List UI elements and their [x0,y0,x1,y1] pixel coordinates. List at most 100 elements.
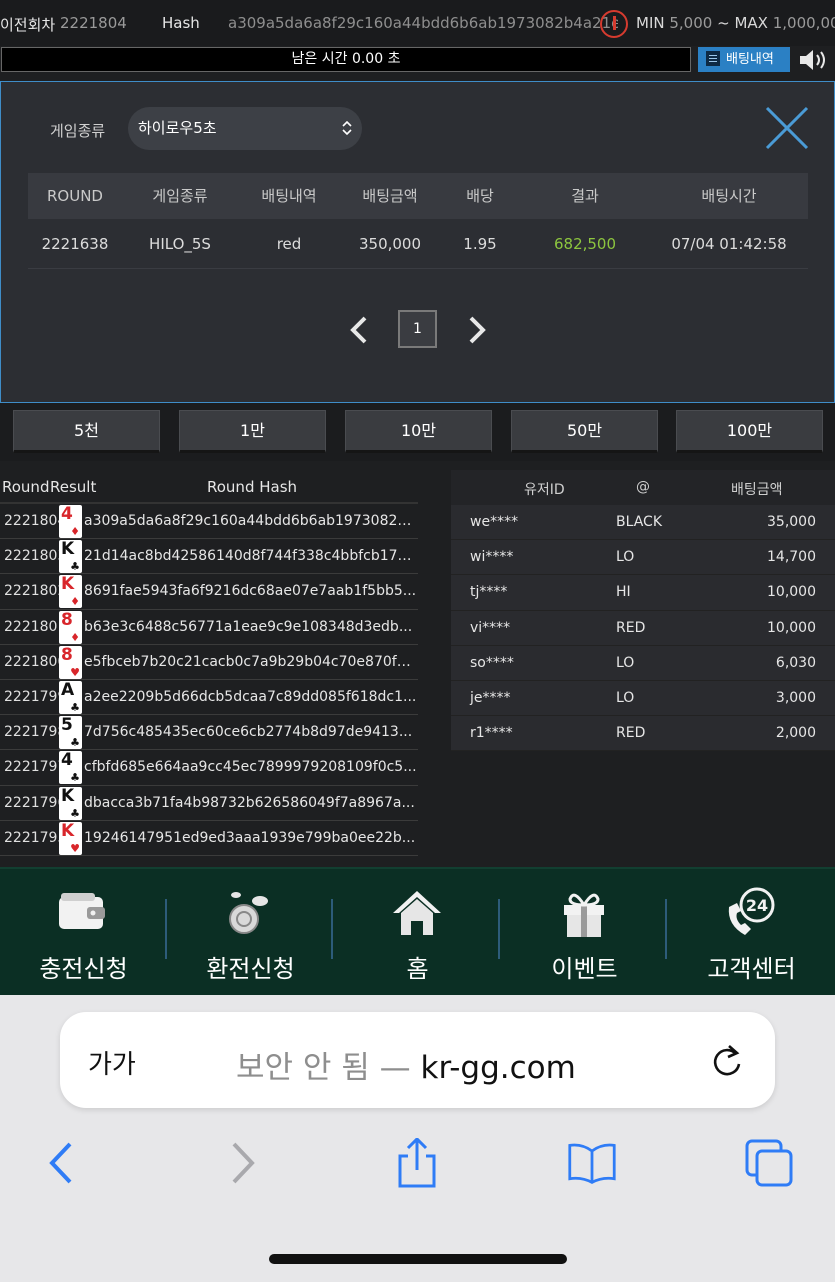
gift-icon [564,893,604,937]
header-hash: Round Hash [207,478,298,496]
bottom-nav: 충전신청 환전신청 홈 이벤트 24 고객센터 [0,867,835,995]
card-rank: A [61,679,75,700]
nav-home[interactable]: 홈 [334,869,501,997]
results-rows: 2221804 4 ♦ a309a5da6a8f29c160a44bdd6b6ab19… [0,504,418,856]
back-icon[interactable] [36,1138,86,1188]
min-value: 5,000 [669,14,713,32]
table-header: ROUND 게임종류 배팅내역 배팅금액 배당 결과 배팅시간 [28,173,808,219]
game-type-label: 게임종류 [50,122,106,140]
bet-pick: BLACK [616,514,663,530]
address-bar[interactable]: 가가 보안 안 됨 — kr-gg.com [60,1012,775,1108]
bet-user-id: vi**** [470,619,511,636]
game-type-selected: 하이로우5초 [138,119,217,137]
nav-support-label: 고객센터 [707,955,796,983]
home-icon [393,891,441,935]
card-rank: K [61,785,75,806]
bet-row: vi**** RED 10,000 [451,610,835,646]
svg-text:24: 24 [746,896,768,915]
home-indicator [269,1254,567,1264]
result-round: 2221797 [4,759,62,776]
result-row: 2221800 8 ♥ e5fbceb7b20c21cacb0c7a9b29b04c7… [0,645,418,680]
result-row: 2221798 5 ♣ 7d756c485435ec60ce6cb2774b8d97d… [0,715,418,751]
chip-5k-button[interactable]: 5천 [13,410,160,453]
result-hash: 19246147951ed9ed3aaa1939e799ba0ee22b... [84,829,416,846]
hash-label: Hash [162,14,200,32]
result-hash: 21d14ac8bd42586140d8f744f338c4bbfcb173..… [84,548,418,565]
prev-round-value: 2221804 [60,14,127,32]
bet-amount: 3,000 [775,689,816,706]
bookmarks-icon[interactable] [567,1138,617,1188]
chip-500k-button[interactable]: 50만 [511,410,658,453]
header-pick: @ [636,479,650,495]
chevron-left-icon[interactable] [347,316,371,344]
nav-deposit[interactable]: 충전신청 [0,869,167,997]
result-round: 2221798 [4,724,62,741]
card-rank: K [61,820,75,841]
document-icon [706,51,720,66]
table-row: 2221638 HILO_5S red 350,000 1.95 682,500… [28,219,808,269]
chevron-right-icon[interactable] [465,316,489,344]
playing-card: 8 ♦ [59,610,82,644]
nav-support[interactable]: 24 고객센터 [668,869,835,997]
speaker-icon[interactable] [798,48,832,72]
bet-amount: 10,000 [767,584,816,601]
playing-card: K ♣ [59,785,82,820]
bet-row: so**** LO 6,030 [451,645,835,681]
bet-amount: 10,000 [767,619,816,636]
playing-card: 8 ♥ [59,645,82,679]
close-icon[interactable] [765,106,809,150]
playing-card: K ♦ [59,575,82,609]
card-suit-icon: ♣ [70,700,80,714]
game-type-select[interactable]: 하이로우5초 [128,107,362,150]
remaining-time: 남은 시간 0.00 초 [1,47,691,72]
card-suit-icon: ♦ [70,595,80,609]
bet-amount: 2,000 [775,725,816,742]
chip-10k-button[interactable]: 1만 [179,410,326,453]
reload-icon[interactable] [710,1042,744,1078]
row-game: HILO_5S [149,235,211,253]
bet-history-label: 배팅내역 [726,52,774,67]
bet-user-id: we**** [470,514,519,530]
bet-history-button[interactable]: 배팅내역 [698,47,790,72]
chip-100k-button[interactable]: 10만 [345,410,492,453]
result-hash: 7d756c485435ec60ce6cb2774b8d97de9413... [84,724,413,741]
bet-pick: RED [616,725,646,742]
page-number[interactable]: 1 [398,310,437,348]
chip-1m-button[interactable]: 100만 [676,410,823,453]
header-result: Result [50,478,97,496]
result-round: 2221802 [4,583,62,600]
nav-event[interactable]: 이벤트 [501,869,668,997]
bet-user-id: so**** [470,654,514,671]
row-amount: 350,000 [358,235,422,253]
timer-row: 남은 시간 0.00 초 배팅내역 [0,46,835,74]
bet-user-id: r1**** [470,725,513,742]
result-hash: 8691fae5943fa6f9216dc68ae07e7aab1f5bb5..… [84,583,417,600]
round-info-bar: 이전회차 2221804 Hash a309a5da6a8f29c160a44b… [0,0,835,46]
card-rank: K [61,539,75,560]
page: 이전회차 2221804 Hash a309a5da6a8f29c160a44b… [0,0,835,1282]
bet-row: wi**** LO 14,700 [451,540,835,576]
hash-value: a309a5da6a8f29c160a44bdd6b6ab1973082b4a2… [228,14,618,32]
bets-header: 유저ID @ 배팅금액 [451,470,835,505]
bet-row: tj**** HI 10,000 [451,575,835,611]
nav-event-label: 이벤트 [551,955,618,983]
result-round: 2221796 [4,794,62,811]
card-rank: 4 [61,504,73,524]
bet-limits: MIN 5,000 ~ MAX 1,000,000 [636,14,835,32]
tilde: ~ [717,14,730,32]
col-result: 결과 [571,187,599,205]
forward-icon[interactable] [218,1138,268,1188]
results-header: Round Result Round Hash [0,470,418,504]
bet-user-id: je**** [470,689,511,706]
share-icon[interactable] [392,1138,442,1188]
playing-card: 4 ♦ [59,505,82,538]
tabs-icon[interactable] [744,1138,794,1188]
nav-withdraw[interactable]: 환전신청 [167,869,334,997]
text-size-button[interactable]: 가가 [88,1044,136,1081]
result-row: 2221803 K ♣ 21d14ac8bd42586140d8f744f338c4b… [0,539,418,575]
card-rank: 5 [61,715,73,736]
result-hash: b63e3c6488c56771a1eae9c9e108348d3edb... [84,618,413,635]
card-suit-icon: ♣ [70,771,80,785]
bet-pick: LO [616,549,635,566]
insecure-label: 보안 안 됨 — [236,1050,411,1086]
